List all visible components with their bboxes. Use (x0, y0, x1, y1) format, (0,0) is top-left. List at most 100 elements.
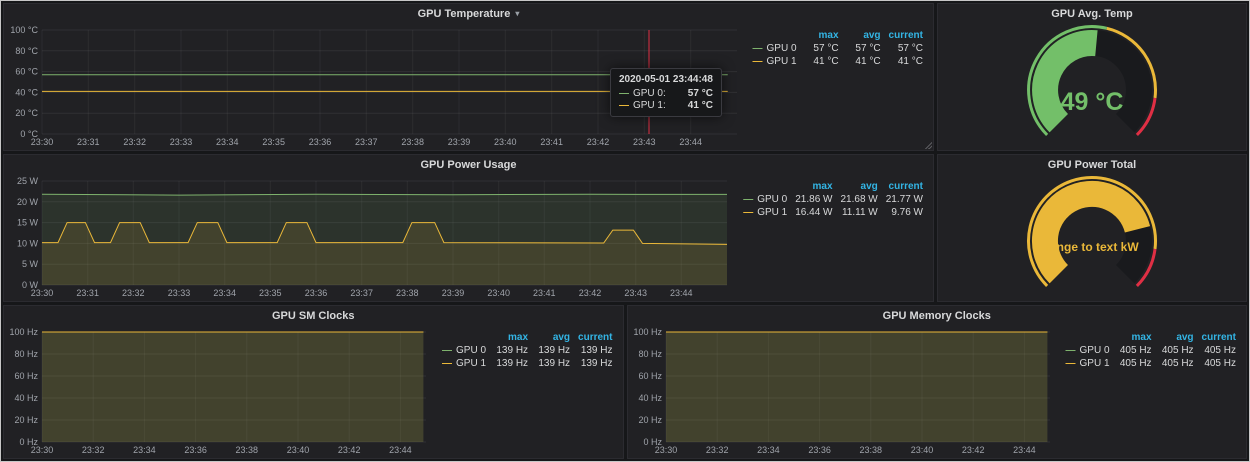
legend-series-name[interactable]: GPU 0 (1080, 345, 1110, 356)
y-axis-tick-label: 60 Hz (14, 371, 38, 381)
legend-value: 139 Hz (574, 357, 616, 370)
x-axis-tick-label: 23:35 (259, 288, 282, 298)
legend-column-header[interactable]: max (490, 331, 532, 344)
legend-series-name[interactable]: GPU 1 (1080, 358, 1110, 369)
x-axis-tick-label: 23:43 (633, 137, 656, 147)
legend-value: 405 Hz (1198, 357, 1240, 370)
legend-value: 405 Hz (1156, 357, 1198, 370)
legend-value: 41 °C (801, 55, 843, 68)
x-axis-tick-label: 23:36 (309, 137, 332, 147)
legend-value: 139 Hz (574, 344, 616, 357)
y-axis-tick-label: 60 °C (15, 67, 38, 77)
panel-title-text: GPU SM Clocks (272, 310, 355, 322)
x-axis-tick-label: 23:36 (305, 288, 328, 298)
legend-column-header[interactable]: avg (532, 331, 574, 344)
legend-row: —GPU 1405 Hz405 Hz405 Hz (1062, 357, 1240, 370)
chevron-down-icon: ▾ (515, 9, 519, 18)
legend-value: 11.11 W (837, 206, 882, 219)
legend-column-header[interactable]: avg (837, 180, 882, 193)
y-axis-tick-label: 10 W (17, 238, 39, 248)
gpu-power-usage-chart[interactable]: 0 W5 W10 W15 W20 W25 W23:3023:3123:3223:… (6, 174, 733, 299)
y-axis-tick-label: 80 °C (15, 46, 38, 56)
gpu-power-total-gauge: range to text kW (972, 173, 1212, 302)
gpu-memory-clocks-chart[interactable]: 0 Hz20 Hz40 Hz60 Hz80 Hz100 Hz23:3023:32… (630, 325, 1056, 456)
legend-value: 57 °C (885, 42, 927, 55)
legend-series-name[interactable]: GPU 0 (757, 194, 787, 205)
x-axis-tick-label: 23:34 (213, 288, 236, 298)
y-axis-tick-label: 80 Hz (638, 349, 662, 359)
panel-title-gpu-temperature[interactable]: GPU Temperature ▾ (4, 4, 933, 23)
legend-column-header[interactable]: max (1114, 331, 1156, 344)
panel-title-gpu-memory-clocks[interactable]: GPU Memory Clocks (628, 306, 1247, 325)
series-color-dash: — (1066, 345, 1076, 356)
gauge-value-text: range to text kW (1045, 240, 1139, 254)
legend-column-header[interactable]: avg (1156, 331, 1198, 344)
legend-series-name[interactable]: GPU 1 (757, 207, 787, 218)
series-color-dash: — (619, 100, 629, 111)
series-color-dash: — (619, 88, 629, 99)
tooltip-timestamp: 2020-05-01 23:44:48 (619, 74, 713, 85)
legend-column-header[interactable]: current (1198, 331, 1240, 344)
panel-title-gpu-power-total[interactable]: GPU Power Total (938, 155, 1246, 174)
x-axis-tick-label: 23:30 (31, 137, 54, 147)
y-axis-tick-label: 20 W (17, 197, 39, 207)
x-axis-tick-label: 23:38 (401, 137, 424, 147)
legend-series-name[interactable]: GPU 0 (767, 43, 797, 54)
panel-gpu-avg-temp: GPU Avg. Temp 49 °C (937, 3, 1247, 151)
gauge-body: range to text kW (938, 174, 1246, 301)
x-axis-tick-label: 23:32 (122, 288, 145, 298)
panel-title-gpu-sm-clocks[interactable]: GPU SM Clocks (4, 306, 623, 325)
y-axis-tick-label: 60 Hz (638, 371, 662, 381)
x-axis-tick-label: 23:35 (262, 137, 285, 147)
panel-title-gpu-avg-temp[interactable]: GPU Avg. Temp (938, 4, 1246, 23)
y-axis-tick-label: 5 W (22, 259, 39, 269)
legend-value: 9.76 W (882, 206, 927, 219)
legend-value: 41 °C (885, 55, 927, 68)
x-axis-tick-label: 23:40 (487, 288, 510, 298)
panel-gpu-sm-clocks: GPU SM Clocks 0 Hz20 Hz40 Hz60 Hz80 Hz10… (3, 305, 624, 459)
panel-title-gpu-power-usage[interactable]: GPU Power Usage (4, 155, 933, 174)
gauge-svg: 49 °C (972, 22, 1212, 146)
x-axis-tick-label: 23:38 (396, 288, 419, 298)
panel-resize-handle[interactable] (924, 141, 932, 149)
y-axis-tick-label: 40 Hz (14, 393, 38, 403)
legend-series-name[interactable]: GPU 1 (456, 358, 486, 369)
legend-row: —GPU 021.86 W21.68 W21.77 W (739, 193, 927, 206)
panel-body: 0 °C20 °C40 °C60 °C80 °C100 °C23:3023:31… (4, 23, 933, 150)
tooltip-series-name: GPU 1: (633, 100, 666, 111)
legend-column-header[interactable]: max (801, 29, 843, 42)
gauge-value-text: 49 °C (1061, 88, 1124, 116)
legend-series-name[interactable]: GPU 0 (456, 345, 486, 356)
legend-column-header[interactable]: current (885, 29, 927, 42)
x-axis-tick-label: 23:34 (133, 445, 156, 455)
x-axis-tick-label: 23:44 (679, 137, 702, 147)
gpu-avg-temp-gauge: 49 °C (972, 22, 1212, 151)
x-axis-tick-label: 23:44 (1013, 445, 1036, 455)
series-color-dash: — (442, 358, 452, 369)
legend-column-header[interactable]: current (882, 180, 927, 193)
y-axis-tick-label: 15 W (17, 218, 39, 228)
chart-tooltip: 2020-05-01 23:44:48 — GPU 0: 57 °C — GPU… (610, 68, 722, 117)
series-color-dash: — (442, 345, 452, 356)
legend-row: —GPU 057 °C57 °C57 °C (749, 42, 927, 55)
x-axis-tick-label: 23:36 (184, 445, 207, 455)
panel-title-text: GPU Temperature (418, 8, 511, 20)
legend-column-header[interactable]: current (574, 331, 616, 344)
chart-wrap: 0 W5 W10 W15 W20 W25 W23:3023:3123:3223:… (6, 174, 733, 299)
legend-column-header[interactable]: avg (843, 29, 885, 42)
panel-gpu-temperature: GPU Temperature ▾ 0 °C20 °C40 °C60 °C80 … (3, 3, 934, 151)
legend-value: 16.44 W (791, 206, 836, 219)
panel-title-text: GPU Power Total (1048, 159, 1136, 171)
chart-wrap: 0 °C20 °C40 °C60 °C80 °C100 °C23:3023:31… (6, 23, 743, 148)
legend-column-header[interactable]: max (791, 180, 836, 193)
gpu-sm-clocks-chart[interactable]: 0 Hz20 Hz40 Hz60 Hz80 Hz100 Hz23:3023:32… (6, 325, 432, 456)
x-axis-tick-label: 23:42 (579, 288, 602, 298)
legend-series-name[interactable]: GPU 1 (767, 56, 797, 67)
legend-value: 57 °C (801, 42, 843, 55)
legend-gpu-sm-clocks: maxavgcurrent—GPU 0139 Hz139 Hz139 Hz—GP… (432, 325, 618, 456)
tooltip-value: 57 °C (678, 88, 713, 99)
panel-gpu-power-total: GPU Power Total range to text kW (937, 154, 1247, 302)
legend-gpu-temperature: maxavgcurrent—GPU 057 °C57 °C57 °C—GPU 1… (743, 23, 929, 148)
tooltip-series-name: GPU 0: (633, 88, 666, 99)
x-axis-tick-label: 23:41 (540, 137, 563, 147)
